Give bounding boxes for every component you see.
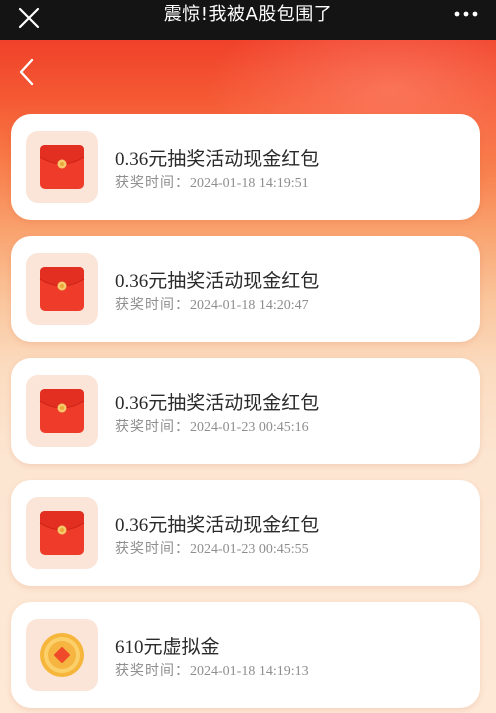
- prize-time: 2024-01-18 14:19:51: [190, 176, 309, 191]
- prize-time-label: 获奖时间：: [115, 420, 190, 435]
- prize-time-label: 获奖时间：: [115, 298, 190, 313]
- prize-thumbnail: [26, 131, 98, 203]
- prize-time-row: 获奖时间：2024-01-18 14:19:13: [115, 660, 309, 680]
- red-envelope-icon: [39, 511, 85, 555]
- prize-name: 0.36元抽奖活动现金红包: [115, 149, 320, 170]
- prize-thumbnail: [26, 619, 98, 691]
- prize-thumbnail: [26, 375, 98, 447]
- prize-time: 2024-01-18 14:20:47: [190, 298, 309, 313]
- prize-thumbnail: [26, 497, 98, 569]
- prize-name: 0.36元抽奖活动现金红包: [115, 515, 320, 536]
- prize-card[interactable]: 0.36元抽奖活动现金红包 获奖时间：2024-01-23 00:45:55: [11, 480, 480, 586]
- prize-time: 2024-01-23 00:45:55: [190, 542, 309, 557]
- prize-card[interactable]: 0.36元抽奖活动现金红包 获奖时间：2024-01-23 00:45:16: [11, 358, 480, 464]
- red-envelope-icon: [39, 267, 85, 311]
- prize-name: 0.36元抽奖活动现金红包: [115, 271, 320, 292]
- prize-card[interactable]: 0.36元抽奖活动现金红包 获奖时间：2024-01-18 14:19:51: [11, 114, 480, 220]
- prize-card[interactable]: 610元虚拟金 获奖时间：2024-01-18 14:19:13: [11, 602, 480, 708]
- prize-thumbnail: [26, 253, 98, 325]
- page-title: 震惊!我被A股包围了: [163, 4, 333, 25]
- prize-time-row: 获奖时间：2024-01-23 00:45:55: [115, 538, 309, 558]
- prize-time: 2024-01-18 14:19:13: [190, 664, 309, 679]
- prize-card[interactable]: 0.36元抽奖活动现金红包 获奖时间：2024-01-18 14:20:47: [11, 236, 480, 342]
- back-arrow-icon[interactable]: [16, 56, 38, 88]
- prize-time-row: 获奖时间：2024-01-23 00:45:16: [115, 416, 309, 436]
- prize-time-row: 获奖时间：2024-01-18 14:19:51: [115, 172, 309, 192]
- prize-name: 0.36元抽奖活动现金红包: [115, 393, 320, 414]
- prize-time: 2024-01-23 00:45:16: [190, 420, 309, 435]
- prize-time-label: 获奖时间：: [115, 176, 190, 191]
- red-envelope-icon: [39, 145, 85, 189]
- more-options-icon[interactable]: [452, 2, 480, 26]
- prize-name: 610元虚拟金: [115, 637, 220, 658]
- gold-coin-icon: [40, 633, 84, 677]
- prize-time-label: 获奖时间：: [115, 542, 190, 557]
- prize-time-row: 获奖时间：2024-01-18 14:20:47: [115, 294, 309, 314]
- prize-time-label: 获奖时间：: [115, 664, 190, 679]
- red-envelope-icon: [39, 389, 85, 433]
- top-bar: 震惊!我被A股包围了: [0, 0, 496, 40]
